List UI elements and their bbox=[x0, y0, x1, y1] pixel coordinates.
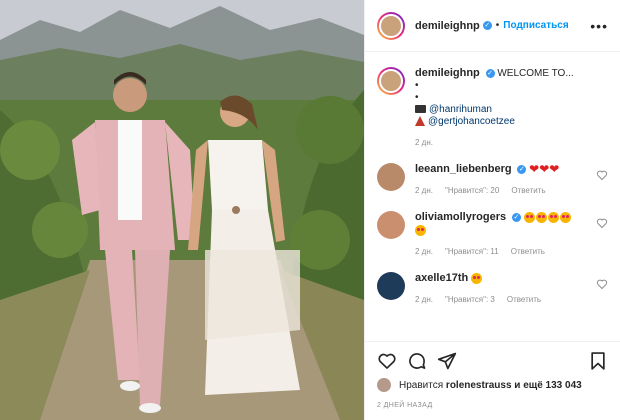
verified-icon: ✓ bbox=[511, 213, 521, 222]
caption-username[interactable]: demileighnp bbox=[415, 67, 480, 79]
mention-link[interactable]: @gertjohancoetzee bbox=[428, 116, 515, 127]
follow-button[interactable]: Подписаться bbox=[503, 20, 568, 31]
heart-eyes-emoji-icon bbox=[415, 225, 426, 236]
share-icon[interactable] bbox=[437, 351, 457, 371]
post-date[interactable]: 2 ДНЕЙ НАЗАД bbox=[377, 402, 608, 409]
reply-button[interactable]: Ответить bbox=[511, 245, 545, 258]
post-sidebar: demileighnp ✓ • Подписаться ••• demileig… bbox=[364, 0, 620, 420]
post-photo[interactable] bbox=[0, 0, 364, 420]
caption-body: demileighnp ✓ WELCOME TO... • • @hanrihu… bbox=[415, 67, 608, 149]
comment-likes[interactable]: "Нравится": 11 bbox=[445, 245, 499, 258]
verified-icon: ✓ bbox=[517, 165, 527, 174]
heart-emoji-icon: ❤ bbox=[539, 162, 550, 176]
post-actions: Нравится rolenestrauss и ещё 133 043 2 Д… bbox=[365, 341, 620, 409]
heart-emoji-icon: ❤ bbox=[549, 162, 560, 176]
likes-summary: Нравится rolenestrauss и ещё 133 043 bbox=[377, 378, 608, 392]
clapperboard-icon bbox=[415, 105, 426, 114]
commenter-username[interactable]: leeann_liebenberg bbox=[415, 163, 512, 175]
comment-body: axelle17th 2 дн. "Нравится": 3 Ответить bbox=[415, 272, 608, 306]
heart-eyes-emoji-icon bbox=[535, 212, 547, 223]
caption-bullet: • bbox=[415, 80, 419, 91]
liker-avatar[interactable] bbox=[377, 378, 391, 392]
caption-avatar[interactable] bbox=[377, 67, 405, 95]
comment-row: oliviamollyrogers ✓ 2 дн. "Нравится": 11… bbox=[377, 211, 608, 258]
wedding-photo-illustration bbox=[0, 0, 364, 420]
likes-prefix: Нравится bbox=[399, 379, 444, 391]
heart-eyes-emoji-icon bbox=[559, 212, 571, 223]
comments-list[interactable]: demileighnp ✓ WELCOME TO... • • @hanrihu… bbox=[365, 53, 620, 341]
author-username[interactable]: demileighnp bbox=[415, 20, 480, 32]
comment-like-icon[interactable] bbox=[596, 217, 608, 229]
commenter-username[interactable]: oliviamollyrogers bbox=[415, 211, 506, 223]
header-info: demileighnp ✓ • Подписаться bbox=[415, 20, 569, 32]
bookmark-icon[interactable] bbox=[588, 351, 608, 371]
ellipsis-icon[interactable]: ••• bbox=[590, 18, 608, 34]
caption-text: WELCOME TO... bbox=[497, 68, 574, 79]
heart-emoji-icon: ❤ bbox=[529, 162, 540, 176]
comment-likes[interactable]: "Нравится": 20 bbox=[445, 184, 499, 197]
dress-icon bbox=[415, 116, 425, 127]
comment-body: oliviamollyrogers ✓ 2 дн. "Нравится": 11… bbox=[415, 211, 608, 258]
reply-button[interactable]: Ответить bbox=[511, 184, 545, 197]
comment-icon[interactable] bbox=[407, 351, 427, 371]
heart-eyes-emoji-icon bbox=[523, 212, 535, 223]
liker-username[interactable]: rolenestrauss bbox=[446, 380, 512, 391]
commenter-avatar[interactable] bbox=[377, 272, 405, 301]
likes-count[interactable]: и ещё 133 043 bbox=[514, 380, 581, 391]
comment-likes[interactable]: "Нравится": 3 bbox=[445, 293, 495, 306]
caption-row: demileighnp ✓ WELCOME TO... • • @hanrihu… bbox=[377, 67, 608, 149]
commenter-avatar[interactable] bbox=[377, 163, 405, 191]
verified-icon: ✓ bbox=[485, 68, 495, 78]
author-avatar[interactable] bbox=[377, 11, 405, 40]
verified-icon: ✓ bbox=[482, 21, 492, 30]
comment-like-icon[interactable] bbox=[596, 169, 608, 181]
header-separator: • bbox=[495, 20, 500, 31]
comment-row: axelle17th 2 дн. "Нравится": 3 Ответить bbox=[377, 272, 608, 306]
comment-like-icon[interactable] bbox=[596, 278, 608, 290]
mention-link[interactable]: @hanrihuman bbox=[429, 104, 492, 115]
comment-body: leeann_liebenberg ✓ ❤❤❤ 2 дн. "Нравится"… bbox=[415, 163, 608, 197]
commenter-username[interactable]: axelle17th bbox=[415, 272, 468, 284]
heart-eyes-emoji-icon bbox=[470, 273, 482, 284]
heart-icon[interactable] bbox=[377, 351, 397, 371]
comment-time: 2 дн. bbox=[415, 186, 433, 196]
post-header: demileighnp ✓ • Подписаться ••• bbox=[365, 0, 620, 52]
comment-time: 2 дн. bbox=[415, 247, 433, 257]
reply-button[interactable]: Ответить bbox=[507, 293, 541, 306]
caption-time: 2 дн. bbox=[415, 138, 433, 147]
action-icons bbox=[377, 350, 608, 372]
caption-bullet: • bbox=[415, 92, 419, 103]
comment-row: leeann_liebenberg ✓ ❤❤❤ 2 дн. "Нравится"… bbox=[377, 163, 608, 197]
commenter-avatar[interactable] bbox=[377, 211, 405, 240]
comment-time: 2 дн. bbox=[415, 295, 433, 305]
heart-eyes-emoji-icon bbox=[547, 212, 559, 223]
